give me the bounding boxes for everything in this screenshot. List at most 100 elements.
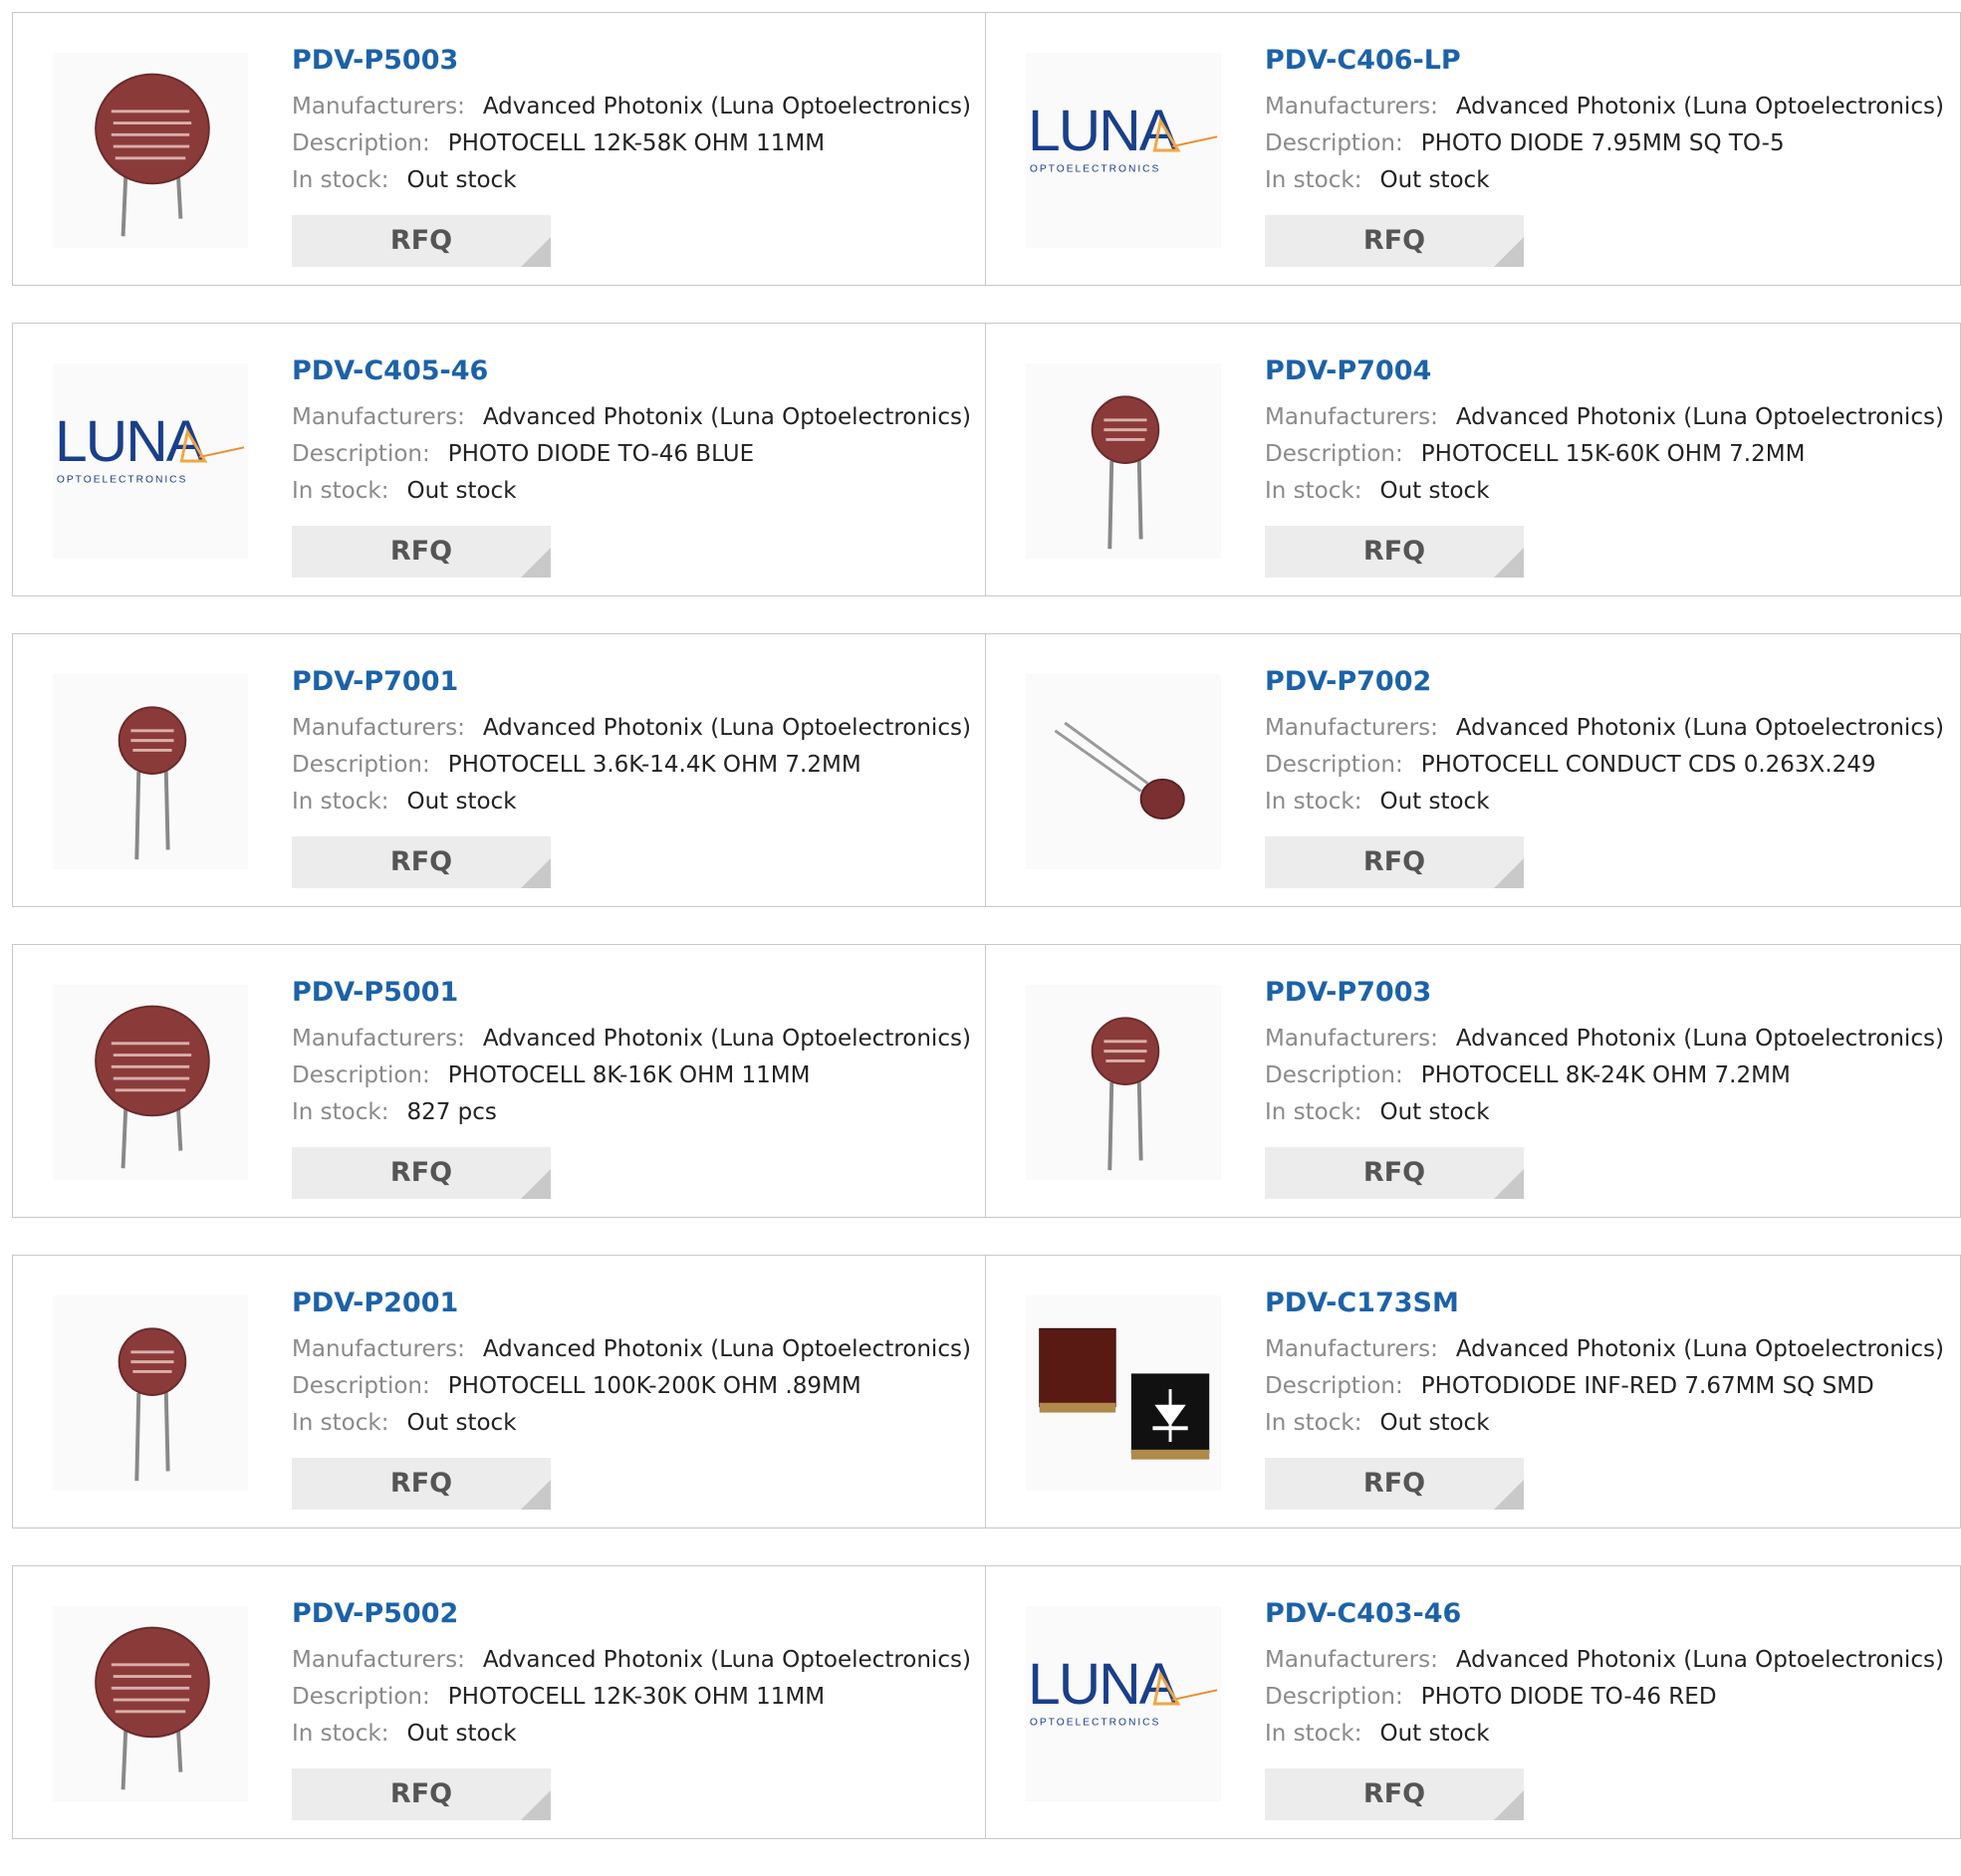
product-title-link[interactable]: PDV-P5001 [292, 973, 975, 1013]
product-image[interactable] [53, 53, 248, 248]
product-image[interactable] [53, 985, 248, 1180]
description-value: PHOTOCELL 8K-16K OHM 11MM [447, 1062, 811, 1088]
rfq-button[interactable]: RFQ [1265, 836, 1524, 888]
product-title-link[interactable]: PDV-C173SM [1265, 1284, 1950, 1323]
stock-line: In stock: Out stock [292, 1405, 975, 1442]
product-image[interactable] [1026, 674, 1221, 869]
stock-line: In stock: Out stock [1265, 784, 1950, 821]
manufacturer-line: Manufacturers: Advanced Photonix (Luna Op… [292, 1331, 975, 1368]
corner-decoration [1494, 1169, 1524, 1199]
rfq-button[interactable]: RFQ [292, 215, 551, 267]
product-title-link[interactable]: PDV-P7002 [1265, 662, 1950, 702]
rfq-label: RFQ [389, 1157, 453, 1188]
description-line: Description: PHOTO DIODE TO-46 RED [1265, 1679, 1950, 1716]
manufacturers-label: Manufacturers: [292, 94, 465, 119]
rfq-label: RFQ [1362, 1468, 1426, 1499]
manufacturer-value: Advanced Photonix (Luna Optoelectronics) [482, 1336, 971, 1362]
product-image[interactable] [53, 674, 248, 869]
svg-text:OPTOELECTRONICS: OPTOELECTRONICS [1030, 1718, 1160, 1729]
rfq-label: RFQ [1362, 1157, 1426, 1188]
rfq-button[interactable]: RFQ [1265, 1768, 1524, 1820]
product-card: PDV-P7002 Manufacturers: Advanced Photoni… [986, 633, 1961, 907]
stock-line: In stock: Out stock [292, 162, 975, 199]
rfq-label: RFQ [389, 225, 453, 256]
description-value: PHOTO DIODE TO-46 BLUE [447, 441, 755, 467]
svg-text:LUNA: LUNA [55, 409, 206, 474]
rfq-button[interactable]: RFQ [292, 836, 551, 888]
product-card: LUNA OPTOELECTRONICS PDV-C406-LP Manufact… [986, 12, 1961, 286]
description-value: PHOTO DIODE 7.95MM SQ TO-5 [1420, 130, 1785, 156]
product-row: LUNA OPTOELECTRONICS PDV-C405-46 Manufact… [12, 323, 1961, 596]
rfq-label: RFQ [389, 846, 453, 877]
product-title-link[interactable]: PDV-P7003 [1265, 973, 1950, 1013]
product-card: PDV-C173SM Manufacturers: Advanced Photon… [986, 1255, 1961, 1528]
product-image[interactable] [1026, 363, 1221, 559]
product-title-link[interactable]: PDV-P2001 [292, 1284, 975, 1323]
product-title-link[interactable]: PDV-C405-46 [292, 352, 975, 391]
description-line: Description: PHOTOCELL CONDUCT CDS 0.263X… [1265, 747, 1950, 784]
description-label: Description: [1265, 1684, 1403, 1710]
in-stock-label: In stock: [1265, 1721, 1362, 1747]
manufacturer-value: Advanced Photonix (Luna Optoelectronics) [482, 404, 971, 430]
rfq-button[interactable]: RFQ [292, 1768, 551, 1820]
description-label: Description: [292, 752, 430, 778]
product-title-link[interactable]: PDV-P5003 [292, 41, 975, 81]
manufacturer-line: Manufacturers: Advanced Photonix (Luna Op… [1265, 89, 1950, 125]
stock-value: Out stock [1379, 478, 1490, 504]
rfq-button[interactable]: RFQ [292, 1458, 551, 1510]
in-stock-label: In stock: [1265, 167, 1362, 193]
in-stock-label: In stock: [1265, 789, 1362, 815]
product-card: PDV-P7003 Manufacturers: Advanced Photoni… [986, 944, 1961, 1218]
corner-decoration [1494, 548, 1524, 578]
rfq-label: RFQ [1362, 1778, 1426, 1809]
in-stock-label: In stock: [292, 1410, 389, 1436]
product-image[interactable] [1026, 985, 1221, 1180]
product-image[interactable] [53, 1606, 248, 1801]
rfq-button[interactable]: RFQ [1265, 1147, 1524, 1199]
in-stock-label: In stock: [292, 789, 389, 815]
manufacturers-label: Manufacturers: [1265, 1647, 1438, 1673]
manufacturer-line: Manufacturers: Advanced Photonix (Luna Op… [1265, 1642, 1950, 1679]
description-value: PHOTOCELL 12K-30K OHM 11MM [447, 1684, 826, 1710]
manufacturers-label: Manufacturers: [1265, 1336, 1438, 1362]
product-image[interactable] [1026, 1295, 1221, 1491]
product-title-link[interactable]: PDV-P7004 [1265, 352, 1950, 391]
stock-value: Out stock [406, 478, 517, 504]
photocell-small-image [1091, 1017, 1160, 1171]
product-card: PDV-P5003 Manufacturers: Advanced Photoni… [12, 12, 986, 286]
product-title-link[interactable]: PDV-C403-46 [1265, 1594, 1950, 1634]
product-image[interactable]: LUNA OPTOELECTRONICS [1026, 1606, 1221, 1801]
rfq-button[interactable]: RFQ [1265, 215, 1524, 267]
product-image[interactable] [53, 1295, 248, 1491]
manufacturers-label: Manufacturers: [292, 1026, 465, 1052]
rfq-button[interactable]: RFQ [1265, 1458, 1524, 1510]
manufacturer-line: Manufacturers: Advanced Photonix (Luna Op… [1265, 710, 1950, 747]
rfq-button[interactable]: RFQ [1265, 526, 1524, 578]
product-title-link[interactable]: PDV-P7001 [292, 662, 975, 702]
in-stock-label: In stock: [1265, 1099, 1362, 1125]
corner-decoration [1494, 237, 1524, 267]
rfq-button[interactable]: RFQ [292, 1147, 551, 1199]
manufacturers-label: Manufacturers: [292, 1647, 465, 1673]
description-label: Description: [292, 130, 430, 156]
product-image[interactable]: LUNA OPTOELECTRONICS [1026, 53, 1221, 248]
stock-value: Out stock [406, 1410, 517, 1436]
stock-value: Out stock [1379, 1099, 1490, 1125]
rfq-button[interactable]: RFQ [292, 526, 551, 578]
product-title-link[interactable]: PDV-C406-LP [1265, 41, 1950, 81]
product-row: PDV-P5001 Manufacturers: Advanced Photoni… [12, 944, 1961, 1218]
stock-value: Out stock [1379, 1721, 1490, 1747]
rfq-label: RFQ [389, 536, 453, 567]
in-stock-label: In stock: [292, 167, 389, 193]
description-value: PHOTOCELL 12K-58K OHM 11MM [447, 130, 826, 156]
description-line: Description: PHOTOCELL 100K-200K OHM .89M… [292, 1368, 975, 1405]
corner-decoration [521, 237, 551, 267]
product-title-link[interactable]: PDV-P5002 [292, 1594, 975, 1634]
description-label: Description: [1265, 441, 1403, 467]
product-image[interactable]: LUNA OPTOELECTRONICS [53, 363, 248, 559]
luna-logo-image: LUNAOPTOELECTRONICS [1028, 99, 1218, 175]
manufacturers-label: Manufacturers: [292, 404, 465, 430]
rfq-label: RFQ [1362, 225, 1426, 256]
description-value: PHOTOCELL CONDUCT CDS 0.263X.249 [1420, 752, 1876, 778]
photocell-large-image [95, 1005, 210, 1169]
